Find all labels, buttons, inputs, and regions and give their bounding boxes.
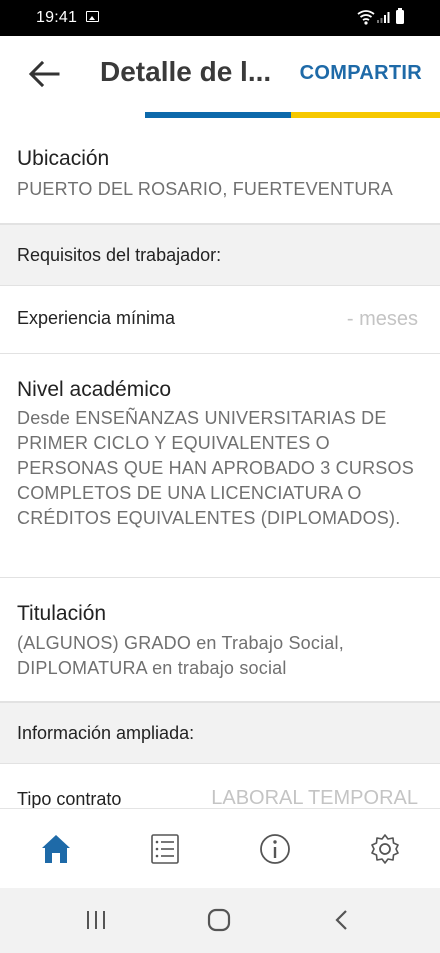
bottom-navigation [0,808,440,888]
min-experience-value: - meses [346,308,418,330]
academic-level-label: Nivel académico [17,378,172,401]
detail-content[interactable]: Ubicación PUERTO DEL ROSARIO, FUERTEVENT… [0,118,440,808]
page-title: Detalle de l... [100,56,272,87]
signal-icon [377,12,390,23]
home-icon[interactable] [36,831,76,867]
share-button[interactable]: COMPARTIR [300,62,422,85]
requirements-header-text: Requisitos del trabajador: [17,245,222,265]
image-notification-icon [86,11,99,22]
settings-icon[interactable] [365,831,405,867]
wifi-icon [357,10,375,25]
requirements-section-header: Requisitos del trabajador: [0,224,440,286]
min-experience-label: Experiencia mínima [17,308,176,328]
status-bar: 19:41 [0,0,440,36]
contract-type-row: Tipo contrato LABORAL TEMPORAL [0,764,440,808]
min-experience-row: Experiencia mínima - meses [0,286,440,354]
back-chevron-icon[interactable] [332,908,352,932]
location-value: PUERTO DEL ROSARIO, FUERTEVENTURA [17,179,394,199]
location-label: Ubicación [17,147,110,170]
list-icon[interactable] [145,831,185,867]
academic-level-row: Nivel académico Desde ENSEÑANZAS UNIVERS… [0,354,440,578]
contract-type-label: Tipo contrato [17,789,122,808]
extended-info-header-text: Información ampliada: [17,723,195,743]
academic-level-value: Desde ENSEÑANZAS UNIVERSITARIAS DE PRIME… [17,408,414,528]
info-icon[interactable] [255,831,295,867]
home-circle-icon[interactable] [206,908,232,932]
brand-stripe [0,112,440,118]
contract-type-value: LABORAL TEMPORAL [211,787,418,808]
degree-row: Titulación (ALGUNOS) GRADO en Trabajo So… [0,578,440,702]
extended-info-section-header: Información ampliada: [0,702,440,764]
back-arrow-icon[interactable] [28,60,60,88]
degree-label: Titulación [17,602,107,625]
system-navigation-bar [0,888,440,953]
location-row: Ubicación PUERTO DEL ROSARIO, FUERTEVENT… [0,118,440,224]
battery-icon [396,8,404,24]
recents-icon[interactable] [84,909,108,931]
app-bar: Detalle de l... COMPARTIR [0,36,440,112]
degree-value: (ALGUNOS) GRADO en Trabajo Social, DIPLO… [17,633,344,678]
status-time: 19:41 [36,9,78,26]
